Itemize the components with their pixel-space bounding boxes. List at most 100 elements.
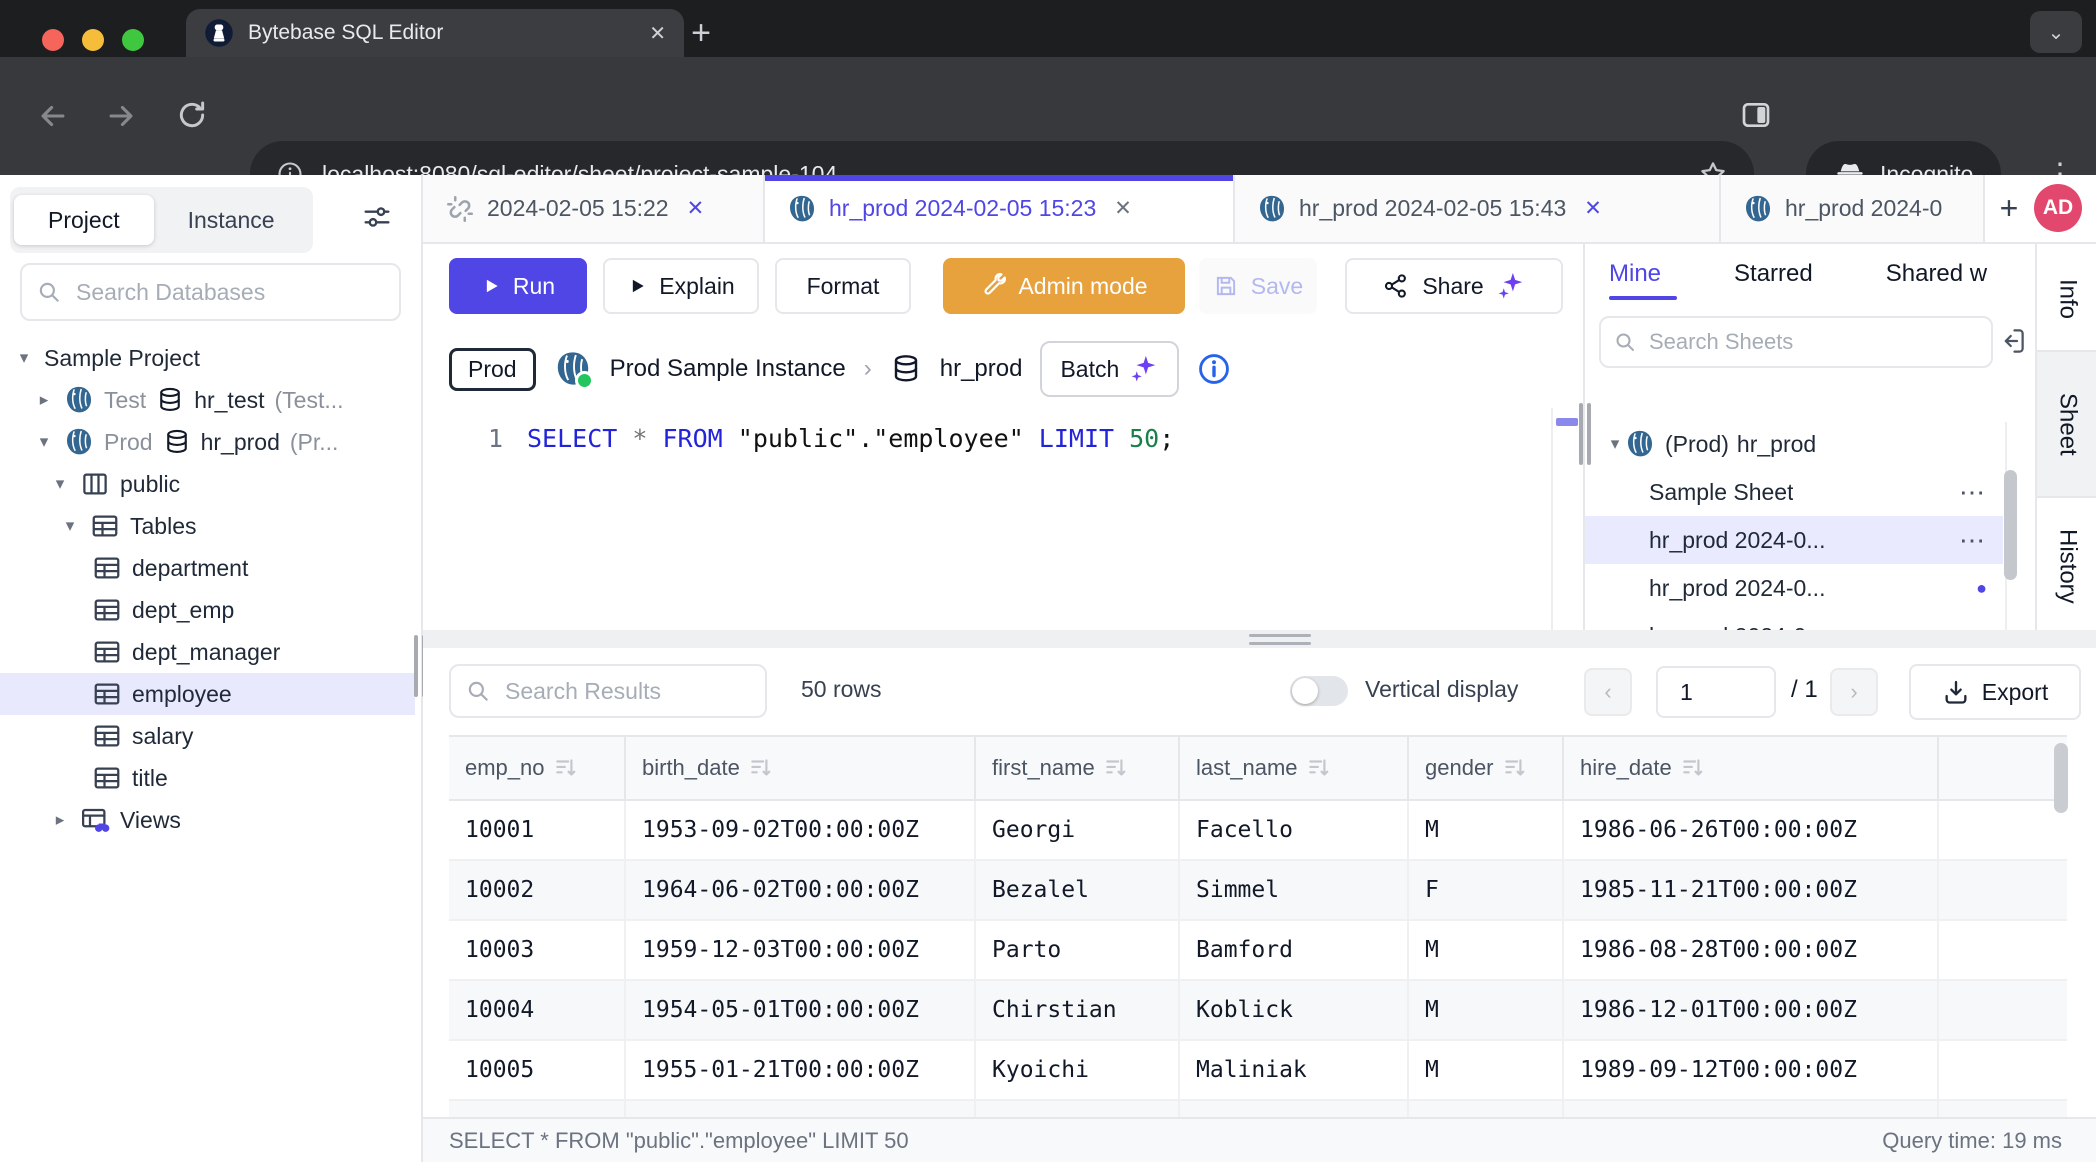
sheet-list-scrollbar[interactable] — [2004, 470, 2017, 580]
close-sheet-icon[interactable]: ✕ — [1584, 196, 1602, 221]
tab-starred[interactable]: Starred — [1734, 242, 1813, 306]
more-icon[interactable]: ⋯ — [1959, 525, 1987, 556]
explain-button[interactable]: Explain — [603, 258, 759, 314]
cell-gender[interactable]: M — [1409, 981, 1564, 1039]
new-sheet-button[interactable]: + — [1985, 175, 2033, 242]
admin-mode-button[interactable]: Admin mode — [943, 258, 1185, 314]
cell-hire-date[interactable]: 1989-06-02T00:00:00Z — [1564, 1101, 1939, 1117]
cell-emp-no[interactable]: 10006 — [449, 1101, 626, 1117]
cell-emp-no[interactable]: 10001 — [449, 801, 626, 859]
tab-instance[interactable]: Instance — [154, 195, 309, 245]
tree-item-employee[interactable]: employee — [0, 673, 415, 715]
more-icon[interactable]: ⋯ — [1959, 477, 1987, 508]
cell-birth-date[interactable]: 1953-04-20T00:00:00Z — [626, 1101, 976, 1117]
close-window-button[interactable] — [42, 29, 64, 51]
results-search[interactable] — [449, 664, 767, 718]
tree-item-dept-manager[interactable]: dept_manager — [0, 631, 415, 673]
cell-hire-date[interactable]: 1986-08-28T00:00:00Z — [1564, 921, 1939, 979]
sheet-tab-hr-prod-2024-0[interactable]: hr_prod 2024-0 — [1721, 175, 1985, 242]
export-button[interactable]: Export — [1909, 664, 2081, 720]
batch-button[interactable]: Batch — [1040, 341, 1179, 397]
cell-first-name[interactable]: Chirstian — [976, 981, 1180, 1039]
tree-item-public[interactable]: ▾public — [0, 463, 415, 505]
caret-down-icon[interactable]: ▾ — [60, 516, 80, 536]
cell-first-name[interactable]: Bezalel — [976, 861, 1180, 919]
caret-down-icon[interactable]: ▾ — [14, 348, 34, 368]
new-tab-button[interactable]: + — [678, 10, 724, 56]
prev-page-button[interactable]: ‹ — [1584, 668, 1632, 716]
caret-down-icon[interactable]: ▾ — [34, 432, 54, 452]
database-search[interactable] — [20, 263, 401, 321]
column-header-first-name[interactable]: first_name — [976, 737, 1180, 799]
side-panel-icon[interactable] — [1740, 99, 1772, 131]
cell-birth-date[interactable]: 1953-09-02T00:00:00Z — [626, 801, 976, 859]
database-search-input[interactable] — [74, 278, 385, 307]
cell-last-name[interactable]: Koblick — [1180, 981, 1409, 1039]
browser-tab-close-icon[interactable]: ✕ — [649, 21, 666, 46]
sheet-group-hr-prod[interactable]: ▾(Prod)hr_prod — [1585, 420, 2003, 468]
column-header-emp-no[interactable]: emp_no — [449, 737, 626, 799]
tab-shared-with-me[interactable]: Shared w — [1886, 242, 1987, 306]
sheet-tab-hr-prod-2024-02-05-15-43[interactable]: hr_prod 2024-02-05 15:43✕ — [1235, 175, 1721, 242]
run-button[interactable]: Run — [449, 258, 587, 314]
environment-chip[interactable]: Prod — [449, 348, 536, 391]
tree-item-views[interactable]: ▸Views — [0, 799, 415, 841]
cell-emp-no[interactable]: 10003 — [449, 921, 626, 979]
cell-emp-no[interactable]: 10002 — [449, 861, 626, 919]
sheet-tab-hr-prod-2024-02-05-15-23[interactable]: hr_prod 2024-02-05 15:23✕ — [765, 175, 1235, 242]
cell-emp-no[interactable]: 10005 — [449, 1041, 626, 1099]
share-button[interactable]: Share — [1345, 258, 1563, 314]
page-input[interactable] — [1656, 666, 1776, 718]
cell-birth-date[interactable]: 1959-12-03T00:00:00Z — [626, 921, 976, 979]
caret-right-icon[interactable]: ▸ — [50, 810, 70, 830]
next-page-button[interactable]: › — [1830, 668, 1878, 716]
cell-first-name[interactable]: Kyoichi — [976, 1041, 1180, 1099]
user-avatar[interactable]: AD — [2034, 184, 2082, 232]
sheet-item-hr-prod-2024-0[interactable]: hr_prod 2024-0● — [1585, 612, 2003, 630]
splitter-drag-handle[interactable] — [1249, 634, 1311, 645]
column-header-birth-date[interactable]: birth_date — [626, 737, 976, 799]
cell-gender[interactable]: F — [1409, 1101, 1564, 1117]
cell-gender[interactable]: M — [1409, 1041, 1564, 1099]
cell-gender[interactable]: M — [1409, 801, 1564, 859]
cell-first-name[interactable]: Georgi — [976, 801, 1180, 859]
info-icon[interactable] — [1197, 352, 1231, 386]
sheet-search[interactable] — [1599, 316, 1993, 368]
tree-item-dept-emp[interactable]: dept_emp — [0, 589, 415, 631]
sheet-tab-2024-02-05-15-22[interactable]: 2024-02-05 15:22✕ — [423, 175, 765, 242]
cell-first-name[interactable]: Anneke — [976, 1101, 1180, 1117]
caret-down-icon[interactable]: ▾ — [1605, 434, 1625, 454]
sheet-item-hr-prod-2024-0[interactable]: hr_prod 2024-0...⋯ — [1585, 516, 2003, 564]
database-name[interactable]: hr_prod — [940, 355, 1023, 383]
tree-item-test-hr-test-test[interactable]: ▸Testhr_test(Test... — [0, 379, 415, 421]
tree-item-sample-project[interactable]: ▾Sample Project — [0, 337, 415, 379]
tab-info[interactable]: Info — [2037, 264, 2096, 334]
sql-code-line[interactable]: SELECT * FROM "public"."employee" LIMIT … — [527, 424, 1174, 453]
tree-item-prod-hr-prod-pr[interactable]: ▾Prodhr_prod(Pr... — [0, 421, 415, 463]
cell-emp-no[interactable]: 10004 — [449, 981, 626, 1039]
tab-history[interactable]: History — [2037, 502, 2096, 630]
cell-hire-date[interactable]: 1986-06-26T00:00:00Z — [1564, 801, 1939, 859]
reload-icon[interactable] — [176, 99, 208, 131]
tree-item-title[interactable]: title — [0, 757, 415, 799]
cell-hire-date[interactable]: 1986-12-01T00:00:00Z — [1564, 981, 1939, 1039]
tab-project[interactable]: Project — [14, 195, 154, 245]
caret-right-icon[interactable]: ▸ — [34, 390, 54, 410]
column-header-gender[interactable]: gender — [1409, 737, 1564, 799]
tab-mine[interactable]: Mine — [1609, 242, 1661, 306]
tab-search-chevron-button[interactable]: ⌄ — [2030, 11, 2082, 53]
save-button[interactable]: Save — [1199, 258, 1317, 314]
cell-birth-date[interactable]: 1964-06-02T00:00:00Z — [626, 861, 976, 919]
vertical-display-toggle[interactable] — [1290, 676, 1348, 706]
cell-first-name[interactable]: Parto — [976, 921, 1180, 979]
tree-item-tables[interactable]: ▾Tables — [0, 505, 415, 547]
format-button[interactable]: Format — [775, 258, 911, 314]
cell-last-name[interactable]: Facello — [1180, 801, 1409, 859]
cell-last-name[interactable]: Simmel — [1180, 861, 1409, 919]
forward-icon[interactable] — [104, 99, 138, 133]
cell-birth-date[interactable]: 1954-05-01T00:00:00Z — [626, 981, 976, 1039]
back-icon[interactable] — [36, 99, 70, 133]
cell-gender[interactable]: F — [1409, 861, 1564, 919]
cell-hire-date[interactable]: 1989-09-12T00:00:00Z — [1564, 1041, 1939, 1099]
cell-last-name[interactable]: Preusig — [1180, 1101, 1409, 1117]
